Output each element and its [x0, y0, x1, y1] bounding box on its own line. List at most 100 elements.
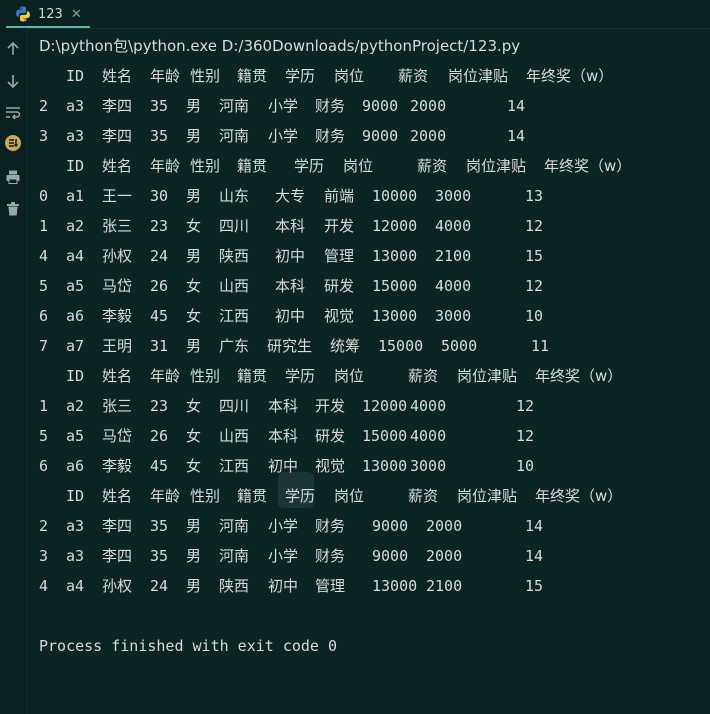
table-cell: 5 — [39, 427, 49, 445]
table-cell: 本科 — [268, 397, 299, 415]
table-cell: 2000 — [410, 127, 447, 145]
table-cell: 10 — [525, 307, 544, 325]
table-cell: 研究生 — [267, 337, 313, 355]
table-cell: 15 — [525, 577, 544, 595]
table-header-cell: 薪资 — [398, 67, 429, 85]
table-row: 2 a3 李四 35 男河南 小学 财务 9000 2000 14 — [39, 91, 699, 121]
down-arrow-icon[interactable] — [0, 70, 26, 92]
table-cell: 9000 — [372, 547, 409, 565]
table-cell: 14 — [507, 127, 526, 145]
table-cell: 女 — [186, 457, 202, 475]
table-cell: 4 — [39, 247, 49, 265]
table-cell: a6 — [66, 307, 85, 325]
tab-123[interactable]: 123 ✕ — [6, 2, 90, 28]
table-cell: 5 — [39, 277, 49, 295]
table-cell: 马岱 — [102, 277, 133, 295]
table-header-cell: 岗位津贴 — [457, 487, 518, 505]
table-cell: 14 — [525, 517, 544, 535]
table-header-cell: 姓名 — [102, 67, 133, 85]
tab-title: 123 — [38, 6, 63, 22]
table-cell: 河南 — [219, 97, 250, 115]
soft-wrap-icon[interactable] — [0, 102, 26, 124]
table-cell: 四川 — [219, 397, 250, 415]
table-cell: 11 — [531, 337, 550, 355]
table-cell: 2000 — [410, 97, 447, 115]
table-cell: 初中 — [275, 307, 306, 325]
close-icon[interactable]: ✕ — [71, 7, 82, 22]
table-cell: 23 — [150, 397, 169, 415]
table-cell: 马岱 — [102, 427, 133, 445]
table-cell: 13000 — [372, 577, 418, 595]
table-cell: 小学 — [268, 127, 299, 145]
table-cell: 开发 — [324, 217, 355, 235]
table-cell: 小学 — [268, 547, 299, 565]
table-cell: 李四 — [102, 517, 133, 535]
table-cell: 3000 — [435, 187, 472, 205]
table-cell: 35 — [150, 97, 169, 115]
table-cell: 3 — [39, 127, 49, 145]
table-cell: 10000 — [372, 187, 418, 205]
table-header-cell: 姓名 — [102, 487, 133, 505]
table-header-cell: 薪资 — [408, 487, 439, 505]
table-header-cell: 性别 — [190, 67, 221, 85]
table-cell: 15 — [525, 247, 544, 265]
table-cell: 6 — [39, 457, 49, 475]
table-cell: a2 — [66, 397, 85, 415]
table-cell: a3 — [66, 127, 85, 145]
table-header-cell: 学历 — [285, 67, 316, 85]
table-cell: 视觉 — [315, 457, 346, 475]
table-cell: 4000 — [410, 397, 447, 415]
table-cell: 13000 — [362, 457, 408, 475]
table-row: 7 a7 王明 31 男广东 研究生 统筹 15000 5000 11 — [39, 331, 699, 361]
table-cell: 2000 — [426, 517, 463, 535]
table-cell: 1 — [39, 217, 49, 235]
table-header-row: ID 姓名 年龄 性别 籍贯 学历 岗位 薪资 岗位津贴 年终奖（w） — [39, 481, 699, 511]
table-cell: 男 — [186, 247, 202, 265]
table-cell: 12 — [516, 397, 535, 415]
table-cell: 13000 — [372, 247, 418, 265]
table-cell: a3 — [66, 97, 85, 115]
table-row: 0 a1 王一 30 男山东 大专 前端 10000 3000 13 — [39, 181, 699, 211]
table-header-cell: 籍贯 — [237, 487, 268, 505]
table-cell: 张三 — [102, 397, 133, 415]
table-cell: 小学 — [268, 97, 299, 115]
table-cell: 孙权 — [102, 577, 133, 595]
python-icon — [16, 6, 30, 22]
scroll-to-end-icon[interactable] — [0, 132, 26, 154]
table-header-cell: 岗位 — [334, 367, 365, 385]
table-cell: 男 — [186, 517, 202, 535]
table-cell: a4 — [66, 247, 85, 265]
table-cell: a3 — [66, 517, 85, 535]
table-cell: 35 — [150, 517, 169, 535]
trash-icon[interactable] — [0, 198, 26, 220]
table-cell: 财务 — [315, 517, 346, 535]
table-header-cell: 岗位 — [334, 67, 365, 85]
table-cell: 30 — [150, 187, 169, 205]
table-cell: 陕西 — [219, 247, 250, 265]
table-cell: 12000 — [372, 217, 418, 235]
table-cell: 3 — [39, 547, 49, 565]
table-row: 3 a3 李四 35 男河南 小学 财务 9000 2000 14 — [39, 541, 699, 571]
up-arrow-icon[interactable] — [0, 38, 26, 60]
table-cell: 男 — [186, 187, 202, 205]
table-header-row: ID 姓名 年龄 性别 籍贯 学历 岗位 薪资 岗位津贴 年终奖（w） — [39, 151, 699, 181]
table-row: 2 a3 李四 35 男河南 小学 财务 9000 2000 14 — [39, 511, 699, 541]
table-cell: 12 — [516, 427, 535, 445]
table-header-cell: 年终奖（w） — [526, 67, 614, 85]
table-row: 4 a4 孙权 24 男陕西 初中 管理 13000 2100 15 — [39, 571, 699, 601]
table-header-cell: 姓名 — [102, 367, 133, 385]
table-cell: 山东 — [219, 187, 250, 205]
table-cell: 管理 — [324, 247, 355, 265]
table-cell: a1 — [66, 187, 85, 205]
table-header-cell: 学历 — [294, 157, 325, 175]
table-cell: 女 — [186, 277, 202, 295]
table-cell: 男 — [186, 97, 202, 115]
print-icon[interactable] — [0, 166, 26, 188]
table-header-cell: 学历 — [285, 487, 316, 505]
table-cell: 2100 — [426, 577, 463, 595]
table-header-cell: 岗位 — [343, 157, 374, 175]
table-cell: 广东 — [219, 337, 250, 355]
table-cell: 2 — [39, 517, 49, 535]
table-header-cell: 年终奖（w） — [535, 487, 623, 505]
table-cell: a3 — [66, 547, 85, 565]
